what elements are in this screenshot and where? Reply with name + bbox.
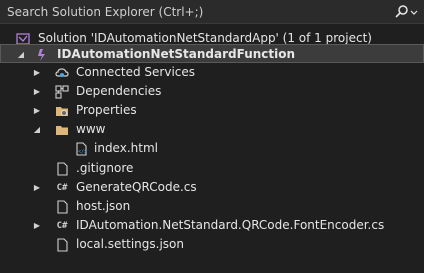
tree-item-host-json[interactable]: host.json <box>0 197 424 216</box>
dependencies-icon <box>54 84 70 99</box>
folder-icon <box>54 122 70 137</box>
tree-item-index-html[interactable]: </> index.html <box>0 139 424 158</box>
tree-item-properties[interactable]: ▶ Properties <box>0 101 424 120</box>
project-label: IDAutomationNetStandardFunction <box>57 47 296 61</box>
expand-arrow-icon[interactable]: ▶ <box>32 216 42 235</box>
html-file-icon: </> <box>73 141 89 156</box>
collapse-arrow-icon[interactable]: ◢ <box>32 120 42 139</box>
project-node[interactable]: ◢ IDAutomationNetStandardFunction <box>0 44 424 63</box>
tree-item-local-settings[interactable]: local.settings.json <box>0 235 424 254</box>
csharp-file-icon: C# <box>56 182 68 193</box>
json-file-icon <box>54 199 70 214</box>
tree-item-font-encoder[interactable]: ▶ C# IDAutomation.NetStandard.QRCode.Fon… <box>0 216 424 235</box>
search-bar[interactable]: Search Solution Explorer (Ctrl+;) <box>0 0 424 24</box>
expand-arrow-icon[interactable]: ▶ <box>32 63 42 82</box>
connected-services-icon <box>54 65 70 80</box>
tree-item-gitignore[interactable]: .gitignore <box>0 159 424 178</box>
tree-item-www-folder[interactable]: ◢ www <box>0 120 424 139</box>
search-input[interactable]: Search Solution Explorer (Ctrl+;) <box>7 5 203 19</box>
search-icon <box>395 5 418 18</box>
tree-item-label: GenerateQRCode.cs <box>76 180 197 194</box>
tree-item-label: Connected Services <box>76 65 196 79</box>
expand-arrow-icon[interactable]: ▶ <box>32 178 42 197</box>
tree-item-connected-services[interactable]: ▶ Connected Services <box>0 63 424 82</box>
expand-arrow-icon[interactable]: ▶ <box>32 101 42 120</box>
tree-item-dependencies[interactable]: ▶ Dependencies <box>0 82 424 101</box>
solution-tree: Solution 'IDAutomationNetStandardApp' (1… <box>0 24 424 273</box>
properties-icon <box>54 103 70 118</box>
expand-arrow-icon[interactable]: ▶ <box>32 82 42 101</box>
tree-item-label: Properties <box>76 103 137 117</box>
search-options-button[interactable] <box>392 2 420 22</box>
collapse-arrow-icon[interactable]: ◢ <box>16 45 26 64</box>
tree-item-label: www <box>76 122 106 136</box>
file-icon <box>54 161 70 176</box>
json-file-icon <box>54 237 70 252</box>
tree-item-label: Dependencies <box>76 84 162 98</box>
tree-item-label: local.settings.json <box>76 237 184 251</box>
tree-item-label: IDAutomation.NetStandard.QRCode.FontEnco… <box>76 218 385 232</box>
csharp-file-icon: C# <box>56 220 68 231</box>
azure-function-project-icon <box>35 47 51 62</box>
tree-item-label: host.json <box>76 199 131 213</box>
tree-item-label: .gitignore <box>76 161 134 175</box>
svg-text:</>: </> <box>78 149 87 155</box>
tree-item-label: index.html <box>94 141 158 155</box>
tree-item-generate-qrcode[interactable]: ▶ C# GenerateQRCode.cs <box>0 178 424 197</box>
